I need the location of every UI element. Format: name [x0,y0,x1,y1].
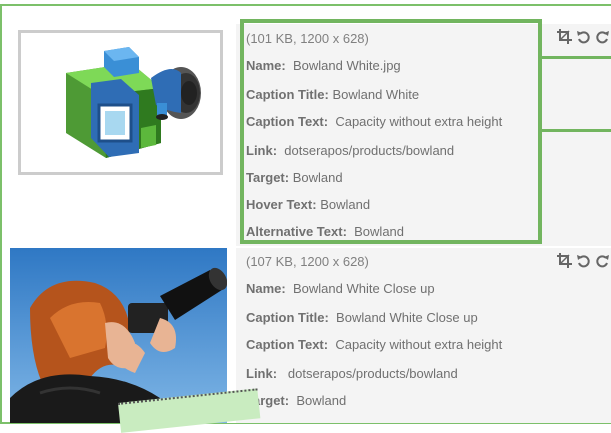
image-toolbar [556,28,611,45]
caption-text-value[interactable]: Capacity without extra height [335,337,502,352]
highlight-connector [542,129,611,132]
highlight-box [240,19,542,244]
image-toolbar [556,252,611,269]
rotate-left-icon[interactable] [575,28,592,45]
target-value[interactable]: Bowland [296,393,346,408]
gallery-item-row: (107 KB, 1200 x 628) Name: Bowland White… [10,248,611,423]
rotate-right-icon[interactable] [594,28,611,45]
name-label: Name: [246,281,286,296]
caption-title-label: Caption Title: [246,310,329,325]
file-meta: (107 KB, 1200 x 628) [246,254,369,269]
crop-icon[interactable] [556,28,573,45]
crop-icon[interactable] [556,252,573,269]
link-value[interactable]: dotserapos/products/bowland [288,366,458,381]
thumbnail-image[interactable] [18,30,223,175]
highlight-connector [542,56,611,59]
camera-illustration-icon [66,47,201,158]
image-details: (107 KB, 1200 x 628) Name: Bowland White… [246,248,546,414]
caption-title-value[interactable]: Bowland White Close up [336,310,478,325]
link-label: Link: [246,366,278,381]
thumbnail-cell [10,24,236,246]
caption-text-label: Caption Text: [246,337,329,352]
rotate-right-icon[interactable] [594,252,611,269]
name-value[interactable]: Bowland White Close up [293,281,435,296]
rotate-left-icon[interactable] [575,252,592,269]
